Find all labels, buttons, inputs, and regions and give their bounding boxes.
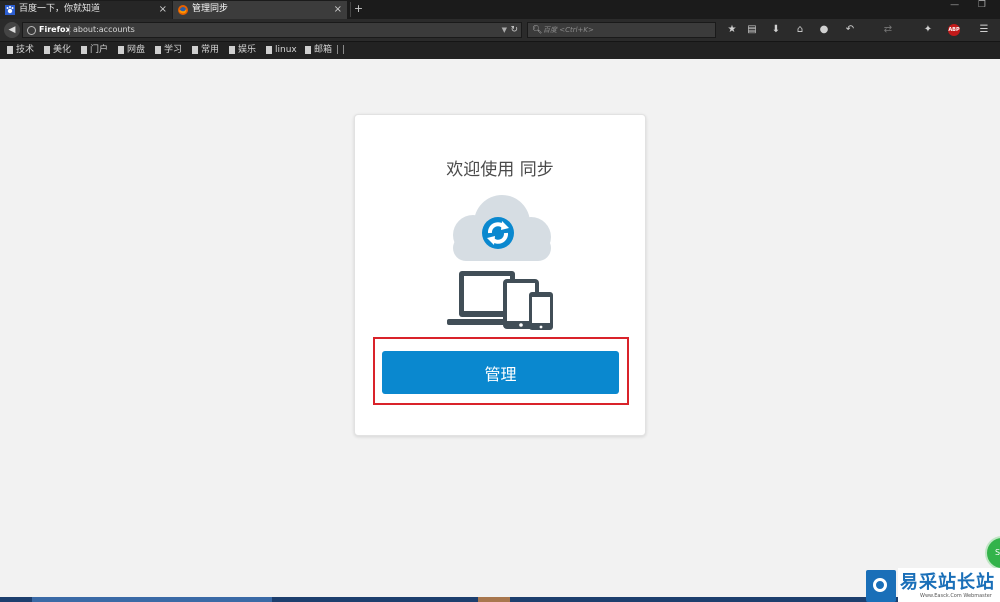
back-button[interactable]: ◀ bbox=[4, 22, 20, 38]
bookmark-folder[interactable]: linux bbox=[265, 42, 297, 58]
bookmark-star-icon[interactable]: ★ bbox=[724, 22, 740, 38]
tab-bar: 百度一下，你就知道 × 管理同步 × + — ❐ bbox=[0, 0, 1000, 19]
watermark: 易采站长站 Www.Easck.Com Webmaster bbox=[898, 568, 1000, 602]
sync-devices-illustration bbox=[447, 195, 553, 330]
folder-icon bbox=[266, 46, 272, 54]
manage-button[interactable]: 管理 bbox=[382, 351, 619, 394]
sync-card: 欢迎使用 同步 管理 bbox=[354, 114, 646, 436]
tab-title: 百度一下，你就知道 bbox=[19, 4, 101, 14]
adblock-plus-icon[interactable]: ABP bbox=[948, 24, 960, 36]
bird-icon[interactable]: ✦ bbox=[920, 22, 936, 38]
bookmark-folder[interactable]: 邮箱 bbox=[304, 42, 332, 58]
sync-arrows-icon bbox=[482, 217, 514, 249]
address-bar[interactable]: Firefox about:accounts ▼ ↻ bbox=[22, 22, 522, 38]
tab-close-icon[interactable]: × bbox=[159, 1, 167, 18]
folder-icon bbox=[7, 46, 13, 54]
bookmark-folder[interactable]: 网盘 bbox=[117, 42, 145, 58]
menu-icon[interactable]: ☰ bbox=[976, 22, 992, 38]
bookmark-folder[interactable]: 常用 bbox=[191, 42, 219, 58]
bookmark-folder[interactable]: 技术 bbox=[6, 42, 34, 58]
tab-baidu[interactable]: 百度一下，你就知道 × bbox=[0, 1, 172, 19]
new-tab-button[interactable]: + bbox=[350, 2, 366, 17]
folder-icon bbox=[44, 46, 50, 54]
folder-icon bbox=[155, 46, 161, 54]
bookmark-folder[interactable]: 美化 bbox=[43, 42, 71, 58]
navigation-bar: ◀ Firefox about:accounts ▼ ↻ 🔍︎ 百度 <Ctrl… bbox=[0, 19, 1000, 42]
tab-close-icon[interactable]: × bbox=[334, 1, 342, 18]
bookmarks-overflow[interactable]: | | bbox=[336, 42, 345, 58]
bookmarks-bar: 技术 美化 门户 网盘 学习 常用 娱乐 linux 邮箱 | | bbox=[0, 42, 1000, 59]
search-placeholder: 百度 <Ctrl+K> bbox=[543, 26, 594, 34]
reload-icon[interactable]: ↻ bbox=[510, 23, 518, 37]
download-icon[interactable]: ⬇ bbox=[768, 22, 784, 38]
bookmark-folder[interactable]: 门户 bbox=[80, 42, 108, 58]
watermark-logo-icon bbox=[866, 570, 896, 602]
folder-icon bbox=[192, 46, 198, 54]
folder-icon bbox=[81, 46, 87, 54]
home-icon[interactable]: ⌂ bbox=[792, 22, 808, 38]
chat-icon[interactable]: ● bbox=[816, 22, 832, 38]
search-icon: 🔍︎ bbox=[532, 25, 543, 34]
bookmark-folder[interactable]: 学习 bbox=[154, 42, 182, 58]
baidu-paw-icon bbox=[5, 5, 15, 15]
phone-icon bbox=[529, 292, 553, 330]
reading-list-icon[interactable]: ▤ bbox=[744, 22, 760, 38]
save-badge[interactable]: Sa bbox=[985, 536, 1000, 570]
tab-title: 管理同步 bbox=[192, 4, 229, 14]
url-text[interactable]: about:accounts bbox=[73, 23, 135, 37]
folder-icon bbox=[229, 46, 235, 54]
watermark-subtitle: Www.Easck.Com Webmaster bbox=[920, 593, 992, 599]
undo-icon[interactable]: ↶ bbox=[842, 22, 858, 38]
folder-icon bbox=[305, 46, 311, 54]
page-title: 欢迎使用 同步 bbox=[446, 160, 554, 180]
tab-manage-sync[interactable]: 管理同步 × bbox=[173, 1, 347, 19]
taskbar-item[interactable] bbox=[32, 597, 272, 602]
globe-icon bbox=[27, 26, 36, 35]
sync-icon[interactable]: ⇄ bbox=[880, 22, 896, 38]
window-controls[interactable]: — ❐ bbox=[950, 0, 994, 10]
watermark-title: 易采站长站 bbox=[900, 572, 995, 593]
taskbar-edge bbox=[0, 597, 1000, 602]
bookmark-folder[interactable]: 娱乐 bbox=[228, 42, 256, 58]
firefox-icon bbox=[178, 5, 188, 15]
taskbar-item[interactable] bbox=[478, 597, 510, 602]
folder-icon bbox=[118, 46, 124, 54]
dropdown-arrow-icon[interactable]: ▼ bbox=[502, 23, 507, 37]
divider bbox=[69, 25, 70, 35]
search-input[interactable]: 🔍︎ 百度 <Ctrl+K> bbox=[527, 22, 716, 38]
identity-label: Firefox bbox=[39, 25, 71, 34]
